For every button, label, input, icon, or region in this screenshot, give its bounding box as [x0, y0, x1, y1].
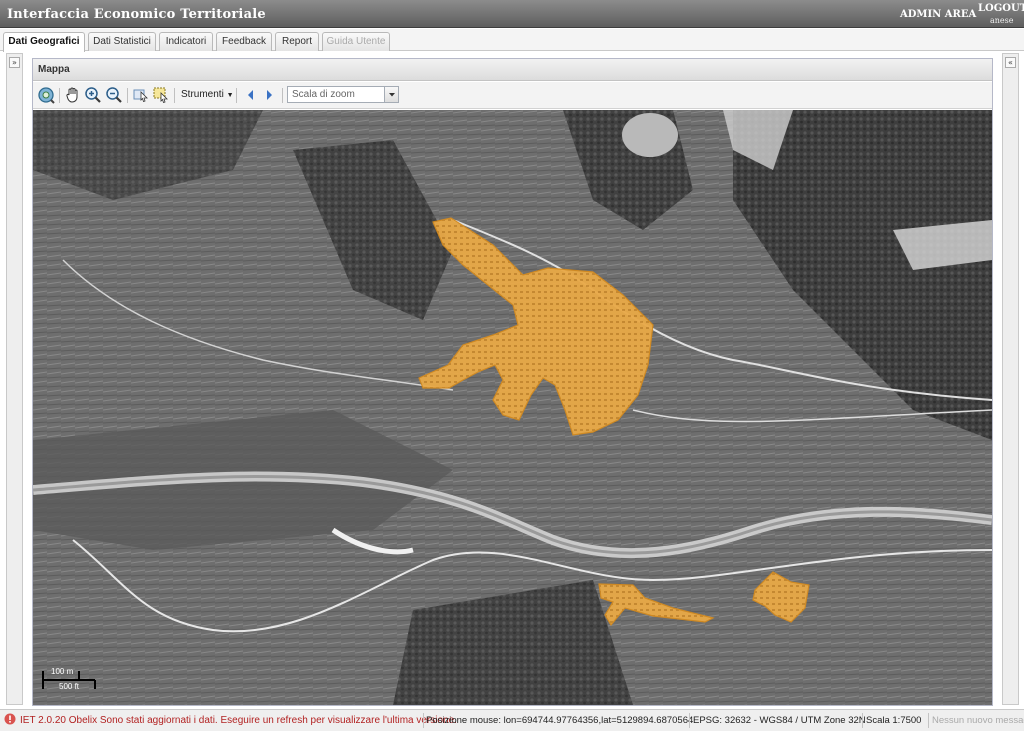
zoom-out-icon[interactable]	[105, 86, 123, 104]
tab-guida-utente[interactable]: Guida Utente	[322, 32, 390, 51]
left-collapsed-panel: »	[6, 53, 23, 705]
zoom-scale-placeholder: Scala di zoom	[292, 89, 355, 100]
toolbar-separator	[282, 88, 283, 103]
notifications-info: Nessun nuovo messaggio	[932, 715, 1024, 726]
tab-dati-geografici[interactable]: Dati Geografici	[3, 32, 85, 52]
admin-area-link[interactable]: ADMIN AREA	[900, 9, 976, 20]
app-title: Interfaccia Economico Territoriale	[7, 7, 266, 22]
map-toolbar: Strumenti ▼ Scala di zoom	[33, 82, 992, 109]
status-separator	[423, 713, 424, 728]
zoom-in-icon[interactable]	[84, 86, 102, 104]
zoom-scale-select[interactable]: Scala di zoom	[287, 86, 399, 103]
select-icon[interactable]	[152, 86, 170, 104]
scale-imperial-label: 500 ft	[59, 682, 80, 691]
nav-back-icon[interactable]	[242, 86, 260, 104]
toolbar-separator	[174, 88, 175, 103]
panel-title: Mappa	[33, 59, 992, 81]
zoom-extent-icon[interactable]	[37, 86, 55, 104]
right-collapsed-panel: «	[1002, 53, 1019, 705]
map-canvas[interactable]: 100 m 500 ft	[33, 110, 992, 705]
status-separator	[862, 713, 863, 728]
status-message: IET 2.0.20 Obelix Sono stati aggiornati …	[20, 715, 457, 726]
tab-dati-statistici[interactable]: Dati Statistici	[88, 32, 156, 51]
chevron-down-icon: ▼	[226, 92, 234, 99]
username-label: anese	[990, 16, 1014, 25]
info-icon[interactable]	[132, 86, 150, 104]
expand-left-panel-button[interactable]: »	[9, 57, 20, 68]
app-header: Interfaccia Economico Territoriale ADMIN…	[0, 0, 1024, 28]
tab-feedback[interactable]: Feedback	[216, 32, 272, 51]
main-tabbar: Dati Geografici Dati Statistici Indicato…	[0, 29, 1024, 52]
toolbar-separator	[59, 88, 60, 103]
status-separator	[928, 713, 929, 728]
strumenti-label: Strumenti	[181, 89, 224, 100]
logout-link[interactable]: LOGOUT	[978, 3, 1024, 14]
dropdown-arrow-icon[interactable]	[384, 87, 398, 102]
map-scale-info: Scala 1:7500	[866, 715, 922, 726]
pan-hand-icon[interactable]	[64, 86, 82, 104]
mouse-position: Posizione mouse: lon=694744.97764356,lat…	[426, 715, 694, 726]
map-panel: Mappa Strumenti ▼ Scala di zoom 100 m 50…	[32, 58, 993, 706]
projection-info: EPSG: 32632 - WGS84 / UTM Zone 32N	[693, 715, 866, 726]
error-icon	[4, 713, 16, 728]
expand-right-panel-button[interactable]: «	[1005, 57, 1016, 68]
toolbar-separator	[236, 88, 237, 103]
scale-metric-label: 100 m	[51, 667, 74, 676]
strumenti-menu-button[interactable]: Strumenti ▼	[181, 89, 234, 100]
map-scale-bar: 100 m 500 ft	[41, 666, 101, 694]
status-separator	[689, 713, 690, 728]
aerial-photo-map	[33, 110, 992, 705]
tab-indicatori[interactable]: Indicatori	[159, 32, 213, 51]
tab-report[interactable]: Report	[275, 32, 319, 51]
status-bar: IET 2.0.20 Obelix Sono stati aggiornati …	[0, 709, 1024, 731]
nav-forward-icon[interactable]	[260, 86, 278, 104]
toolbar-separator	[127, 88, 128, 103]
